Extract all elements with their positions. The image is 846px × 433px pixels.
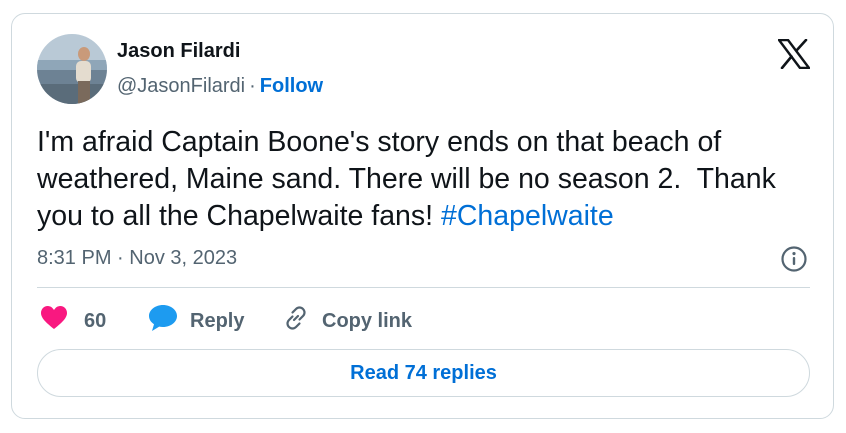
tweet-text: I'm afraid Captain Boone's story ends on… (37, 124, 817, 235)
reply-label: Reply (190, 309, 245, 332)
info-icon[interactable] (780, 245, 808, 273)
avatar[interactable] (37, 34, 107, 104)
like-button[interactable]: 60 (40, 305, 106, 337)
copy-link-button[interactable]: Copy link (282, 305, 412, 337)
read-replies-button[interactable]: Read 74 replies (37, 349, 810, 397)
author-name[interactable]: Jason Filardi (117, 40, 240, 63)
hashtag-link[interactable]: #Chapelwaite (441, 200, 614, 232)
divider (37, 287, 810, 288)
like-count: 60 (84, 309, 107, 332)
tweet-time[interactable]: 8:31 PM (37, 247, 111, 269)
heart-icon (40, 305, 68, 337)
read-replies-label: Read 74 replies (350, 361, 497, 384)
separator-dot: · (249, 75, 256, 97)
tweet-card: Jason Filardi @JasonFilardi · Follow I'm a… (11, 13, 834, 419)
tweet-body: I'm afraid Captain Boone's story ends on… (37, 126, 784, 232)
author-handle[interactable]: @JasonFilardi (117, 75, 245, 97)
reply-button[interactable]: Reply (148, 305, 244, 337)
follow-button[interactable]: Follow (260, 75, 323, 97)
separator-dot: · (117, 247, 124, 269)
link-icon (282, 304, 310, 338)
speech-bubble-icon (148, 304, 178, 338)
tweet-date[interactable]: Nov 3, 2023 (129, 247, 237, 269)
copy-link-label: Copy link (322, 309, 413, 332)
x-logo-icon[interactable] (777, 38, 811, 70)
author-handle-row: @JasonFilardi · Follow (117, 75, 323, 98)
timestamp[interactable]: 8:31 PM · Nov 3, 2023 (37, 247, 237, 270)
